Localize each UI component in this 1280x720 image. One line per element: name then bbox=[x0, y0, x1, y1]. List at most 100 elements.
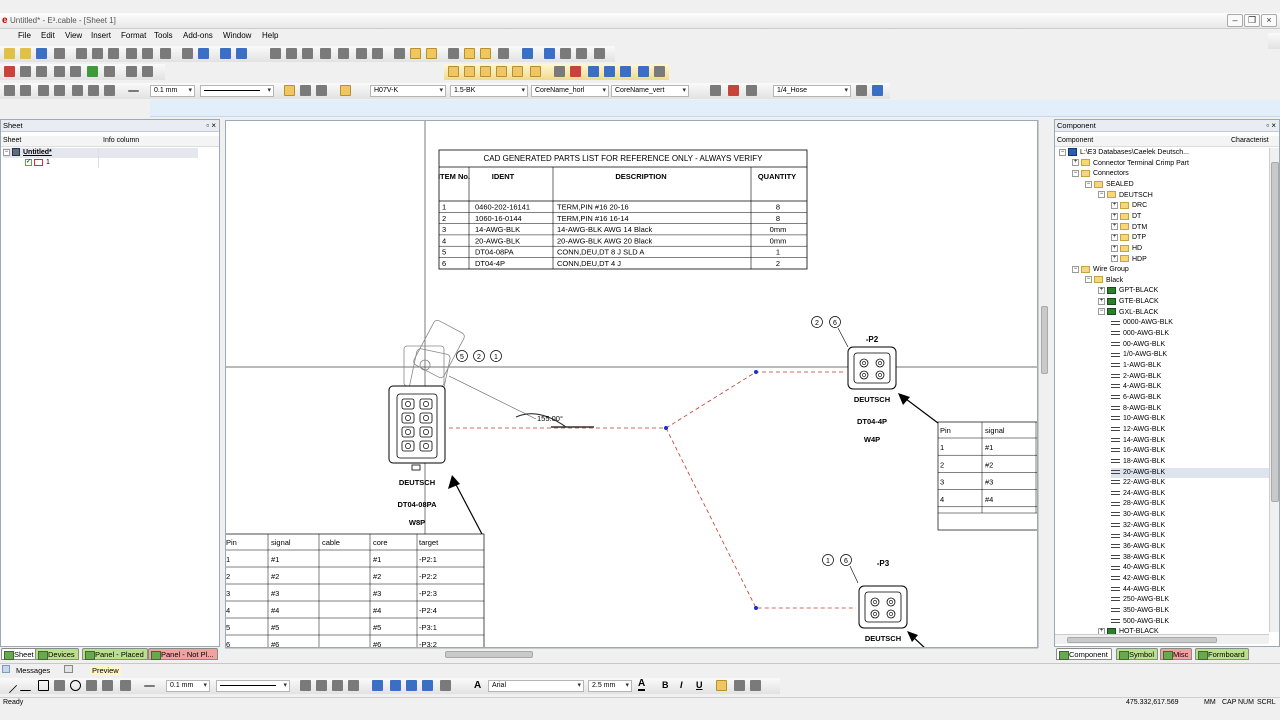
ungroup-objects-icon[interactable] bbox=[316, 680, 327, 691]
curve-tool-icon[interactable] bbox=[54, 680, 65, 691]
component-tree-item[interactable]: 0000-AWG-BLK bbox=[1111, 318, 1173, 328]
collapse-icon[interactable]: − bbox=[1098, 191, 1105, 199]
component-tree-item[interactable]: 16-AWG-BLK bbox=[1111, 446, 1165, 456]
zoom-in-icon[interactable] bbox=[286, 48, 297, 59]
pointer-icon[interactable] bbox=[554, 66, 565, 77]
component-tree-item[interactable]: − SEALED bbox=[1085, 180, 1134, 190]
component-tree-item[interactable]: 22-AWG-BLK bbox=[1111, 478, 1165, 488]
bold-icon[interactable]: B bbox=[662, 680, 669, 690]
minimize-button[interactable]: – bbox=[1227, 14, 1243, 27]
rectangle-tool-icon[interactable] bbox=[38, 680, 49, 691]
align-center-icon[interactable] bbox=[20, 85, 31, 96]
tab-sheet[interactable]: Sheet bbox=[1, 648, 38, 660]
bottom-line-width-select[interactable]: 0.1 mm bbox=[166, 680, 210, 692]
grid-icon[interactable] bbox=[356, 48, 367, 59]
connector-p2-balloons[interactable]: 2 6 bbox=[811, 316, 849, 348]
paste-icon[interactable] bbox=[108, 48, 119, 59]
wire-node[interactable] bbox=[754, 606, 758, 610]
table-format-icon[interactable] bbox=[72, 85, 83, 96]
save-icon[interactable] bbox=[36, 48, 47, 59]
expand-icon[interactable]: + bbox=[1111, 255, 1118, 263]
expand-icon[interactable]: + bbox=[1098, 297, 1105, 305]
connector-p2[interactable]: -P2 DEUTSCH DT04-4P W4P bbox=[847, 335, 897, 444]
sheet-tree-root[interactable]: − Untitled* bbox=[3, 148, 198, 158]
component-tree-item[interactable]: 20-AWG-BLK bbox=[1111, 467, 1269, 478]
group-icon[interactable] bbox=[38, 85, 49, 96]
align-bottom-icon[interactable] bbox=[406, 680, 417, 691]
print-icon[interactable] bbox=[54, 48, 65, 59]
find-icon[interactable] bbox=[142, 48, 153, 59]
fill-tool-icon[interactable] bbox=[120, 680, 131, 691]
component-tree-item[interactable]: 12-AWG-BLK bbox=[1111, 425, 1165, 435]
core-name-horizontal-select[interactable]: CoreName_horl bbox=[531, 85, 609, 97]
select-icon[interactable] bbox=[426, 48, 437, 59]
menu-format[interactable]: Format bbox=[121, 31, 146, 40]
text-align-center-icon[interactable] bbox=[734, 680, 745, 691]
component-tree-item[interactable]: 34-AWG-BLK bbox=[1111, 531, 1165, 541]
filter-icon[interactable] bbox=[88, 85, 99, 96]
snap-icon[interactable] bbox=[372, 48, 383, 59]
ungroup-icon[interactable] bbox=[54, 85, 65, 96]
line-width-select[interactable]: 0.1 mm bbox=[150, 85, 195, 97]
expand-icon[interactable]: + bbox=[1098, 287, 1105, 295]
component-tree-item[interactable]: + HDP bbox=[1111, 255, 1147, 265]
draw-wire-icon[interactable] bbox=[448, 66, 459, 77]
menu-file[interactable]: File bbox=[18, 31, 31, 40]
hose-color-icon[interactable] bbox=[872, 85, 883, 96]
collapse-icon[interactable]: − bbox=[1072, 169, 1079, 177]
tab-messages[interactable]: Messages bbox=[16, 666, 50, 675]
mirror-icon[interactable] bbox=[654, 66, 665, 77]
window-arrange-icon[interactable] bbox=[594, 48, 605, 59]
expand-icon[interactable]: + bbox=[1111, 244, 1118, 252]
component-tree-item[interactable]: 350-AWG-BLK bbox=[1111, 606, 1169, 616]
redraw-icon[interactable] bbox=[338, 48, 349, 59]
help-icon[interactable] bbox=[198, 48, 209, 59]
sheet-icon[interactable] bbox=[4, 66, 15, 77]
distribute-icon[interactable] bbox=[638, 66, 649, 77]
rotate-icon[interactable] bbox=[588, 66, 599, 77]
zoom-fit-icon[interactable] bbox=[320, 48, 331, 59]
align-icon[interactable] bbox=[620, 66, 631, 77]
component-scroll-thumb[interactable] bbox=[1271, 162, 1279, 502]
component-tree-item[interactable]: 10-AWG-BLK bbox=[1111, 414, 1165, 424]
hose-tool-icon[interactable] bbox=[856, 85, 867, 96]
canvas-horizontal-scrollbar[interactable] bbox=[225, 648, 1038, 659]
component-tree-item[interactable]: + DT bbox=[1111, 212, 1141, 222]
circle-tool-icon[interactable] bbox=[70, 680, 81, 691]
new-icon[interactable] bbox=[4, 48, 15, 59]
draw-cable-icon[interactable] bbox=[464, 66, 475, 77]
line-tool-icon[interactable] bbox=[1, 677, 18, 694]
component-tree-item[interactable]: + GTE-BLACK bbox=[1098, 297, 1159, 307]
component-tree-item[interactable]: − Connectors bbox=[1072, 169, 1129, 179]
restore-button[interactable]: ❐ bbox=[1244, 14, 1260, 27]
component-tree-item[interactable]: + Connector Terminal Crimp Part bbox=[1072, 159, 1189, 169]
hand-icon[interactable] bbox=[142, 66, 153, 77]
menu-view[interactable]: View bbox=[65, 31, 82, 40]
copy-icon[interactable] bbox=[92, 48, 103, 59]
component-tree-item[interactable]: − GXL-BLACK bbox=[1098, 308, 1158, 318]
pin-icon[interactable] bbox=[54, 66, 65, 77]
collapse-icon[interactable]: − bbox=[1085, 276, 1092, 284]
draw-line-icon[interactable] bbox=[496, 66, 507, 77]
redo-icon[interactable] bbox=[236, 48, 247, 59]
tab-symbol[interactable]: Symbol bbox=[1116, 648, 1159, 660]
p2-pin-table[interactable]: Pin signal 1 #1 2 #2 3 #3 4 #4 bbox=[937, 421, 1038, 531]
text-align-left-icon[interactable] bbox=[716, 680, 727, 691]
draw-bundle-icon[interactable] bbox=[480, 66, 491, 77]
component-tree-item[interactable]: + DRC bbox=[1111, 201, 1147, 211]
align-left-icon[interactable] bbox=[4, 85, 15, 96]
pen-icon[interactable] bbox=[480, 48, 491, 59]
expand-icon[interactable]: + bbox=[1111, 233, 1118, 241]
snap-angle-icon[interactable] bbox=[104, 85, 115, 96]
connector-p3[interactable]: -P3 DEUTSCH bbox=[858, 559, 908, 643]
sheet-tree-item[interactable]: ✓ 1 bbox=[25, 158, 50, 168]
wire-node[interactable] bbox=[754, 370, 758, 374]
component-tree-item[interactable]: 500-AWG-BLK bbox=[1111, 617, 1169, 627]
tab-devices[interactable]: Devices bbox=[35, 648, 79, 660]
menu-insert[interactable]: Insert bbox=[91, 31, 111, 40]
p1-pin-table[interactable]: Pin signal cable core target 1 #1 #1 -P2:1 2 #2 #2 -… bbox=[226, 533, 485, 648]
info-col-header[interactable]: Info column bbox=[101, 136, 219, 147]
characteristic-col-header[interactable]: Characterist bbox=[1229, 136, 1279, 147]
sheet-col-header[interactable]: Sheet bbox=[1, 136, 101, 147]
collapse-icon[interactable]: − bbox=[1098, 308, 1105, 316]
